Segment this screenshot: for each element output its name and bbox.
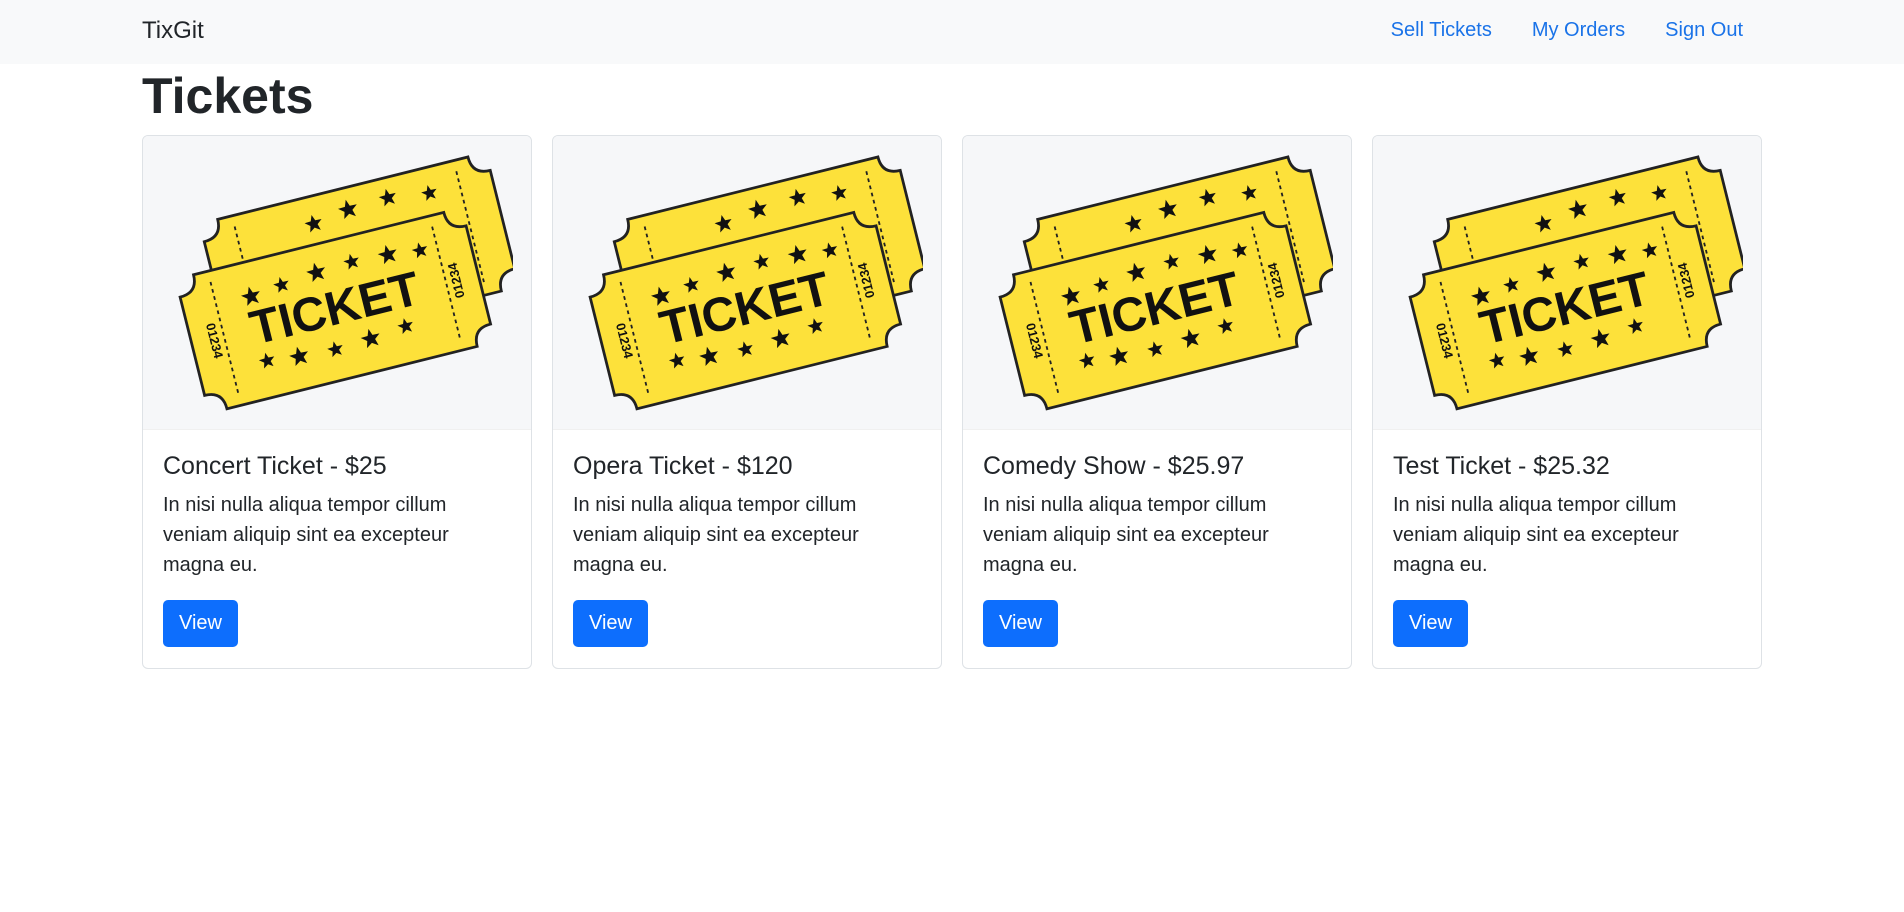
ticket-card-list: TICKET 01234 01234 Concert Ticket - $25 In… [142,135,1762,669]
card-body: Test Ticket - $25.32 In nisi nulla aliqu… [1373,430,1761,647]
ticket-icon: TICKET0123401234 [998,155,1333,411]
ticket-description: In nisi nulla aliqua tempor cillum venia… [163,494,449,576]
view-button[interactable]: View [1393,600,1468,647]
card-body: Concert Ticket - $25 In nisi nulla aliqu… [143,430,531,647]
ticket-image: TICKET 01234 01234 [963,136,1351,430]
nav-link-sell-tickets[interactable]: Sell Tickets [1391,19,1492,42]
ticket-card: TICKET 01234 01234 Comedy Show - $25.97 In… [962,135,1352,669]
nav-links: Sell Tickets My Orders Sign Out [1391,19,1743,42]
ticket-card: TICKET 01234 01234 Test Ticket - $25.32 In… [1372,135,1762,669]
ticket-description: In nisi nulla aliqua tempor cillum venia… [983,494,1269,576]
ticket-image: TICKET 01234 01234 [143,136,531,430]
navbar: TixGit Sell Tickets My Orders Sign Out [0,0,1904,64]
ticket-image: TICKET 01234 01234 [1373,136,1761,430]
ticket-icon: TICKET0123401234 [1408,155,1743,411]
card-body: Comedy Show - $25.97 In nisi nulla aliqu… [963,430,1351,647]
ticket-title: Opera Ticket - $120 [573,452,793,480]
page-title: Tickets [142,68,314,124]
card-body: Opera Ticket - $120 In nisi nulla aliqua… [553,430,941,647]
ticket-icon: TICKET0123401234 [588,155,923,411]
ticket-icon: TICKET0123401234 [178,155,513,411]
ticket-card: TICKET 01234 01234 Concert Ticket - $25 In… [142,135,532,669]
ticket-title: Comedy Show - $25.97 [983,452,1245,480]
ticket-title: Test Ticket - $25.32 [1393,452,1610,480]
nav-link-sign-out[interactable]: Sign Out [1665,19,1743,42]
nav-link-my-orders[interactable]: My Orders [1532,19,1625,42]
ticket-card: TICKET 01234 01234 Opera Ticket - $120 In … [552,135,942,669]
ticket-image: TICKET 01234 01234 [553,136,941,430]
ticket-title: Concert Ticket - $25 [163,452,387,480]
view-button[interactable]: View [573,600,648,647]
brand-link[interactable]: TixGit [142,17,204,45]
ticket-description: In nisi nulla aliqua tempor cillum venia… [573,494,859,576]
view-button[interactable]: View [163,600,238,647]
view-button[interactable]: View [983,600,1058,647]
ticket-description: In nisi nulla aliqua tempor cillum venia… [1393,494,1679,576]
